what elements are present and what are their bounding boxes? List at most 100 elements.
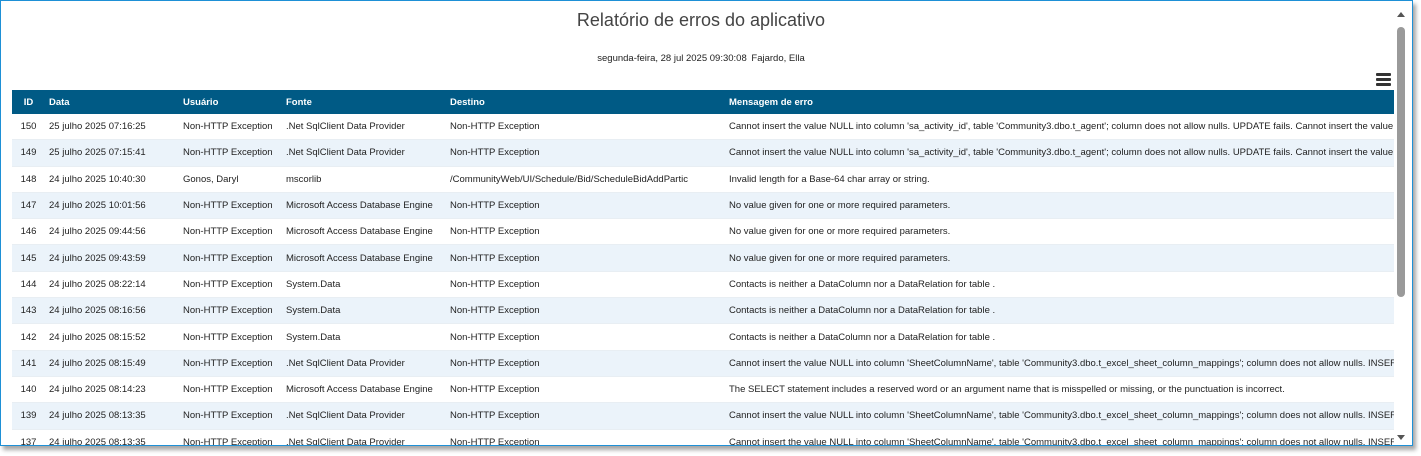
- cell-id: 143: [12, 297, 45, 325]
- column-header-fonte[interactable]: Fonte: [282, 90, 446, 114]
- cell-fonte: .Net SqlClient Data Provider: [282, 114, 446, 141]
- vertical-scrollbar[interactable]: [1395, 10, 1407, 442]
- scrollbar-thumb[interactable]: [1397, 27, 1405, 297]
- column-header-id[interactable]: ID: [12, 90, 45, 114]
- column-header-mensagem[interactable]: Mensagem de erro: [725, 90, 1394, 114]
- cell-destino: Non-HTTP Exception: [446, 244, 725, 272]
- cell-id: 140: [12, 376, 45, 404]
- report-title: Relatório de erros do aplicativo: [576, 10, 826, 30]
- cell-usuario: Non-HTTP Exception: [179, 218, 282, 246]
- cell-destino: Non-HTTP Exception: [446, 297, 725, 325]
- cell-usuario: Non-HTTP Exception: [179, 376, 282, 404]
- cell-usuario: Non-HTTP Exception: [179, 297, 282, 325]
- table-row[interactable]: 137 24 julho 2025 08:13:35 Non-HTTP Except…: [12, 429, 1394, 445]
- cell-id: 141: [12, 350, 45, 377]
- table-row[interactable]: 149 25 julho 2025 07:15:41 Non-HTTP Except…: [12, 139, 1394, 167]
- table-row[interactable]: 150 25 julho 2025 07:16:25 Non-HTTP Except…: [12, 114, 1394, 141]
- cell-fonte: System.Data: [282, 323, 446, 351]
- scroll-up-arrow-icon[interactable]: [1397, 12, 1405, 17]
- cell-mensagem: The SELECT statement includes a reserved…: [725, 376, 1394, 404]
- cell-destino: Non-HTTP Exception: [446, 139, 725, 167]
- report-user: Fajardo, Ella: [751, 53, 805, 64]
- cell-id: 139: [12, 402, 45, 430]
- cell-data: 24 julho 2025 10:40:30: [45, 166, 179, 193]
- cell-destino: Non-HTTP Exception: [446, 402, 725, 430]
- cell-id: 150: [12, 114, 45, 141]
- column-header-usuario[interactable]: Usuário: [179, 90, 282, 114]
- cell-data: 24 julho 2025 08:13:35: [45, 402, 179, 430]
- cell-usuario: Non-HTTP Exception: [179, 244, 282, 272]
- cell-fonte: .Net SqlClient Data Provider: [282, 139, 446, 167]
- cell-mensagem: Contacts is neither a DataColumn nor a D…: [725, 297, 1394, 325]
- table-body: 150 25 julho 2025 07:16:25 Non-HTTP Except…: [12, 114, 1394, 445]
- cell-mensagem: Cannot insert the value NULL into column…: [725, 429, 1394, 445]
- cell-destino: Non-HTTP Exception: [446, 271, 725, 299]
- table-row[interactable]: 139 24 julho 2025 08:13:35 Non-HTTP Except…: [12, 402, 1394, 430]
- cell-mensagem: Contacts is neither a DataColumn nor a D…: [725, 323, 1394, 351]
- table-row[interactable]: 144 24 julho 2025 08:22:14 Non-HTTP Except…: [12, 271, 1394, 299]
- cell-id: 148: [12, 166, 45, 193]
- cell-destino: /CommunityWeb/UI/Schedule/Bid/ScheduleBi…: [446, 166, 725, 193]
- cell-data: 24 julho 2025 08:16:56: [45, 297, 179, 325]
- cell-destino: Non-HTTP Exception: [446, 192, 725, 220]
- cell-data: 24 julho 2025 09:44:56: [45, 218, 179, 246]
- cell-data: 24 julho 2025 08:13:35: [45, 429, 179, 445]
- table-row[interactable]: 142 24 julho 2025 08:15:52 Non-HTTP Except…: [12, 323, 1394, 351]
- cell-destino: Non-HTTP Exception: [446, 429, 725, 445]
- table-row[interactable]: 148 24 julho 2025 10:40:30 Gonos, Daryl msc…: [12, 166, 1394, 193]
- cell-mensagem: No value given for one or more required …: [725, 218, 1394, 246]
- cell-mensagem: Cannot insert the value NULL into column…: [725, 402, 1394, 430]
- cell-id: 149: [12, 139, 45, 167]
- cell-mensagem: Invalid length for a Base-64 char array …: [725, 166, 1394, 193]
- report-date: segunda-feira, 28 jul 2025 09:30:08: [597, 53, 747, 64]
- cell-destino: Non-HTTP Exception: [446, 114, 725, 141]
- table-row[interactable]: 146 24 julho 2025 09:44:56 Non-HTTP Except…: [12, 218, 1394, 246]
- cell-fonte: Microsoft Access Database Engine: [282, 218, 446, 246]
- table-row[interactable]: 145 24 julho 2025 09:43:59 Non-HTTP Except…: [12, 244, 1394, 272]
- error-table: ID Data Usuário Fonte Destino Mensagem d…: [12, 90, 1394, 445]
- column-header-data[interactable]: Data: [45, 90, 179, 114]
- cell-destino: Non-HTTP Exception: [446, 350, 725, 377]
- cell-usuario: Gonos, Daryl: [179, 166, 282, 193]
- cell-id: 145: [12, 244, 45, 272]
- cell-mensagem: Cannot insert the value NULL into column…: [725, 350, 1394, 377]
- cell-fonte: .Net SqlClient Data Provider: [282, 402, 446, 430]
- cell-destino: Non-HTTP Exception: [446, 376, 725, 404]
- cell-usuario: Non-HTTP Exception: [179, 350, 282, 377]
- cell-fonte: .Net SqlClient Data Provider: [282, 350, 446, 377]
- cell-fonte: mscorlib: [282, 166, 446, 193]
- cell-data: 24 julho 2025 08:22:14: [45, 271, 179, 299]
- table-row[interactable]: 143 24 julho 2025 08:16:56 Non-HTTP Except…: [12, 297, 1394, 325]
- cell-fonte: System.Data: [282, 297, 446, 325]
- cell-id: 142: [12, 323, 45, 351]
- table-row[interactable]: 140 24 julho 2025 08:14:23 Non-HTTP Except…: [12, 376, 1394, 404]
- column-header-destino[interactable]: Destino: [446, 90, 725, 114]
- cell-usuario: Non-HTTP Exception: [179, 271, 282, 299]
- cell-mensagem: Contacts is neither a DataColumn nor a D…: [725, 271, 1394, 299]
- table-row[interactable]: 141 24 julho 2025 08:15:49 Non-HTTP Except…: [12, 350, 1394, 377]
- cell-usuario: Non-HTTP Exception: [179, 429, 282, 445]
- scroll-down-arrow-icon[interactable]: [1397, 435, 1405, 440]
- cell-fonte: Microsoft Access Database Engine: [282, 244, 446, 272]
- cell-fonte: .Net SqlClient Data Provider: [282, 429, 446, 445]
- cell-usuario: Non-HTTP Exception: [179, 402, 282, 430]
- cell-id: 147: [12, 192, 45, 220]
- cell-data: 24 julho 2025 10:01:56: [45, 192, 179, 220]
- cell-mensagem: No value given for one or more required …: [725, 192, 1394, 220]
- cell-id: 144: [12, 271, 45, 299]
- cell-destino: Non-HTTP Exception: [446, 218, 725, 246]
- cell-fonte: Microsoft Access Database Engine: [282, 192, 446, 220]
- report-subtitle: segunda-feira, 28 jul 2025 09:30:08 Faja…: [1, 53, 1401, 64]
- cell-usuario: Non-HTTP Exception: [179, 114, 282, 141]
- cell-usuario: Non-HTTP Exception: [179, 139, 282, 167]
- cell-fonte: System.Data: [282, 271, 446, 299]
- hamburger-menu-icon[interactable]: [1376, 73, 1391, 86]
- cell-data: 25 julho 2025 07:16:25: [45, 114, 179, 141]
- report-window: Relatório de erros do aplicativo segunda…: [0, 0, 1413, 446]
- cell-id: 146: [12, 218, 45, 246]
- cell-data: 24 julho 2025 08:15:52: [45, 323, 179, 351]
- cell-mensagem: No value given for one or more required …: [725, 244, 1394, 272]
- cell-destino: Non-HTTP Exception: [446, 323, 725, 351]
- cell-data: 25 julho 2025 07:15:41: [45, 139, 179, 167]
- table-row[interactable]: 147 24 julho 2025 10:01:56 Non-HTTP Except…: [12, 192, 1394, 220]
